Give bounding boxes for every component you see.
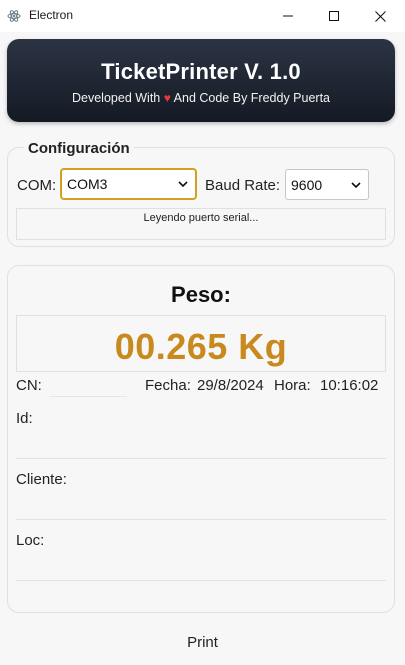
print-button-label: Print [187, 634, 218, 651]
cliente-label: Cliente: [16, 471, 67, 488]
app-title: TicketPrinter V. 1.0 [101, 59, 301, 84]
close-button[interactable] [357, 0, 403, 32]
config-section: Configuración COM: COM3 Baud Rate: 9600 … [7, 140, 395, 247]
baud-rate-label: Baud Rate: [205, 177, 281, 194]
window-title: Electron [29, 8, 74, 22]
close-icon [374, 10, 386, 22]
weight-display: 00.265 Kg [16, 315, 386, 372]
heart-icon: ♥ [163, 91, 171, 105]
minimize-icon [283, 15, 293, 17]
app-subtitle: Developed With ♥ And Code By Freddy Puer… [7, 91, 395, 105]
hora-value: 10:16:02 [320, 377, 379, 394]
weight-title: Peso: [171, 282, 231, 307]
chevron-down-icon [351, 181, 361, 188]
subtitle-text-start: Developed With [72, 91, 161, 105]
baud-rate-select-value: 9600 [291, 176, 323, 193]
id-label: Id: [16, 410, 33, 427]
print-button[interactable]: Print [0, 634, 405, 651]
weight-section: Peso: 00.265 Kg CN: Fecha: 29/8/2024 Hor… [7, 265, 395, 613]
fecha-value: 29/8/2024 [197, 377, 264, 394]
com-select-value: COM3 [67, 176, 108, 192]
subtitle-text-end: And Code By Freddy Puerta [173, 91, 330, 105]
loc-field[interactable] [16, 580, 386, 581]
id-field[interactable] [16, 458, 386, 459]
com-select[interactable]: COM3 [60, 168, 197, 200]
fecha-label: Fecha: [145, 377, 191, 394]
minimize-button[interactable] [265, 0, 311, 32]
cn-field[interactable] [49, 396, 127, 397]
serial-status: Leyendo puerto serial... [16, 208, 386, 240]
cliente-field[interactable] [16, 519, 386, 520]
maximize-icon [329, 11, 339, 21]
cn-label: CN: [16, 377, 42, 394]
com-label: COM: [17, 177, 57, 194]
window-titlebar[interactable]: Electron [0, 0, 405, 32]
baud-rate-select[interactable]: 9600 [285, 169, 369, 200]
serial-status-text: Leyendo puerto serial... [143, 212, 259, 224]
chevron-down-icon [178, 181, 188, 188]
electron-icon [7, 10, 21, 22]
hora-label: Hora: [274, 377, 311, 394]
loc-label: Loc: [16, 532, 45, 549]
weight-value: 00.265 Kg [114, 326, 288, 367]
config-legend: Configuración [24, 140, 134, 157]
maximize-button[interactable] [311, 0, 357, 32]
app-header: TicketPrinter V. 1.0 Developed With ♥ An… [7, 39, 395, 122]
